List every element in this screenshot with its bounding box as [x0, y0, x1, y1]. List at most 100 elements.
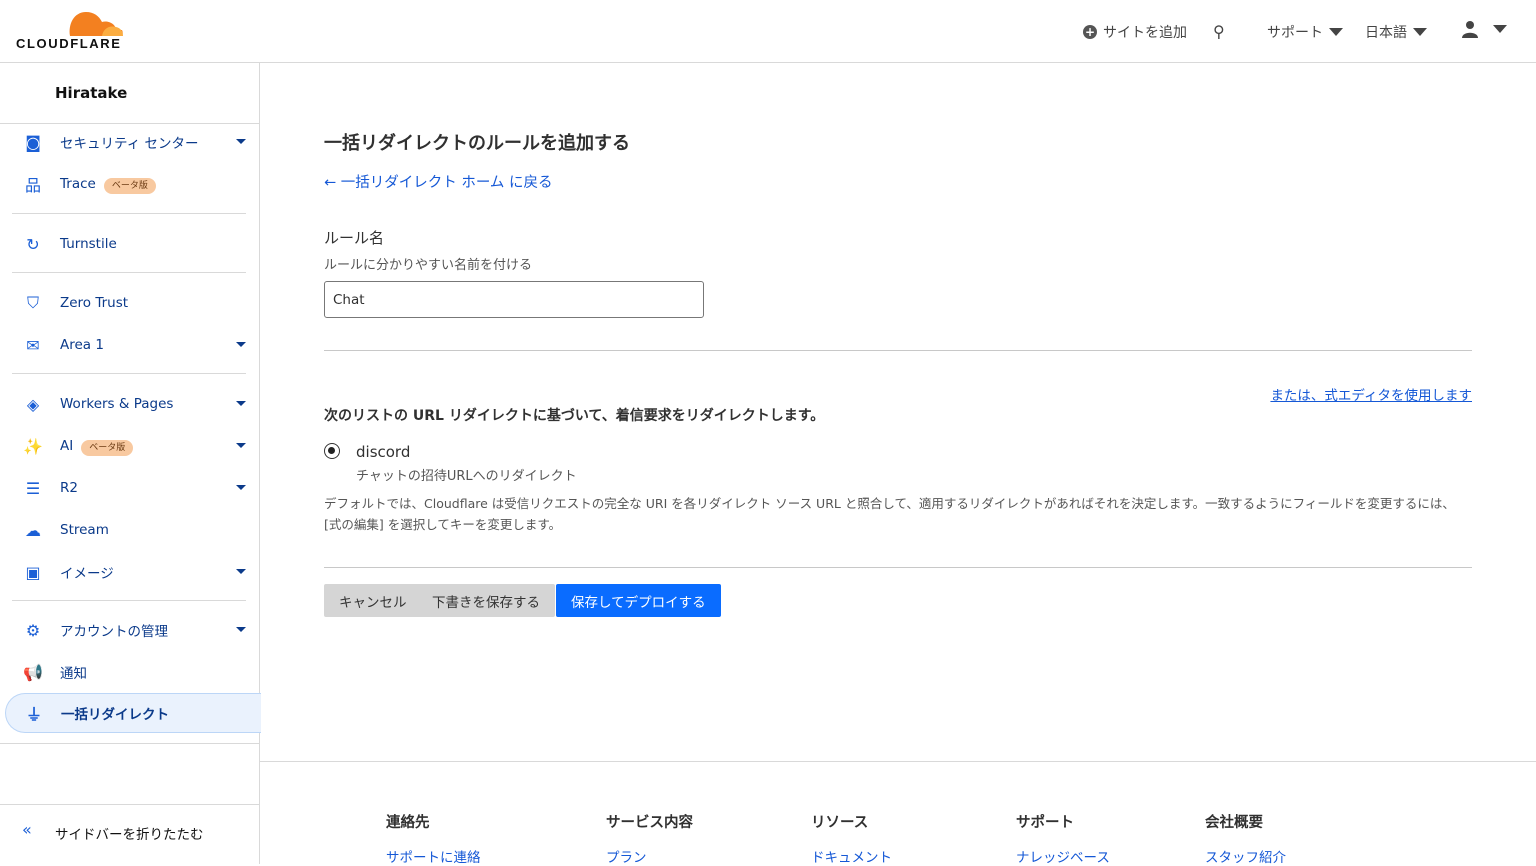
trace-icon: 品: [24, 176, 41, 195]
sidebar-item-notifications[interactable]: 📢 通知: [0, 652, 259, 692]
divider: [0, 804, 259, 805]
turnstile-icon: ↻: [26, 234, 40, 254]
add-site-button[interactable]: + サイトを追加: [1083, 22, 1187, 42]
beta-badge: ベータ版: [103, 178, 156, 194]
sidebar-item-security-center[interactable]: ◙ セキュリティ センター: [0, 122, 259, 162]
footer-link[interactable]: スタッフ紹介: [1205, 846, 1286, 866]
sidebar-item-bulk-redirects[interactable]: ⏚ 一括リダイレクト: [5, 693, 261, 733]
divider: [324, 567, 1472, 568]
plus-circle-icon: +: [1083, 25, 1097, 39]
footer-column-contact: 連絡先 サポートに連絡: [386, 811, 481, 866]
divider: [12, 373, 246, 374]
footer-column-resources: リソースドキュメント: [811, 811, 892, 866]
language-label: 日本語: [1365, 25, 1407, 41]
sidebar-item-r2[interactable]: ☰ R2: [0, 468, 259, 508]
sidebar-item-label: Stream: [60, 522, 109, 538]
sidebar-item-label: Turnstile: [60, 236, 117, 252]
beta-badge: ベータ版: [81, 440, 134, 456]
divider: [324, 350, 1472, 351]
sidebar-item-label: Zero Trust: [60, 295, 129, 311]
save-deploy-button[interactable]: 保存してデプロイする: [556, 584, 721, 617]
sidebar-item-images[interactable]: ▣ イメージ: [0, 552, 259, 592]
stream-icon: ☁: [25, 520, 41, 540]
sidebar-item-zero-trust[interactable]: ⛉ Zero Trust: [0, 283, 259, 323]
chevron-down-icon: [236, 401, 246, 406]
security-center-icon: ◙: [25, 132, 41, 152]
language-menu[interactable]: 日本語: [1365, 22, 1427, 42]
footer-column-services: サービス内容 プラン: [606, 811, 693, 866]
info-note: デフォルトでは、Cloudflare は受信リクエストの完全な URI を各リダ…: [324, 496, 1455, 532]
sidebar-item-ai[interactable]: ✨ AI ベータ版: [0, 426, 259, 466]
rule-name-help: ルールに分かりやすい名前を付ける: [324, 258, 533, 273]
sidebar-item-turnstile[interactable]: ↻ Turnstile: [0, 224, 259, 264]
search-icon[interactable]: ⚲: [1213, 22, 1225, 41]
user-menu[interactable]: [1461, 20, 1507, 38]
sidebar-item-label: 一括リダイレクト: [61, 707, 169, 723]
cloudflare-logo[interactable]: CLOUDFLARE: [16, 10, 124, 51]
user-icon: [1462, 21, 1478, 38]
cancel-button[interactable]: キャンセル: [324, 584, 422, 617]
sidebar-item-label: アカウントの管理: [60, 624, 168, 640]
footer-heading: サポート: [1016, 815, 1074, 831]
back-link[interactable]: ← 一括リダイレクト ホーム に戻る: [324, 171, 553, 192]
add-site-label: サイトを追加: [1103, 25, 1187, 41]
divider: [12, 213, 246, 214]
sidebar-item-label: Area 1: [60, 337, 104, 353]
collapse-sidebar-label: サイドバーを折りたたむ: [55, 827, 204, 843]
rule-name-label: ルール名: [324, 229, 385, 247]
chevron-down-icon: [236, 139, 246, 144]
support-menu[interactable]: サポート: [1267, 22, 1343, 42]
sidebar-item-label: Workers & Pages: [60, 396, 174, 412]
list-desc: チャットの招待URLへのリダイレクト: [356, 469, 577, 484]
footer-heading: 会社概要: [1205, 815, 1263, 831]
sidebar-item-label: R2: [60, 480, 78, 496]
rule-name-input[interactable]: [324, 281, 704, 318]
megaphone-icon: 📢: [23, 662, 43, 682]
sidebar-item-area1[interactable]: ✉ Area 1: [0, 325, 259, 365]
footer-link[interactable]: ドキュメント: [811, 846, 892, 866]
list-description: 次のリストの URL リダイレクトに基づいて、着信要求をリダイレクトします。: [324, 408, 825, 424]
sidebar-item-label: イメージ: [60, 566, 114, 582]
account-name: Hiratake: [55, 84, 128, 102]
footer-link[interactable]: プラン: [606, 846, 693, 866]
save-draft-button[interactable]: 下書きを保存する: [417, 584, 555, 617]
footer-link[interactable]: サポートに連絡: [386, 846, 481, 866]
brand-name: CLOUDFLARE: [16, 36, 122, 51]
database-icon: ☰: [25, 478, 41, 498]
chevron-down-icon: [236, 342, 246, 347]
footer-column-company: 会社概要スタッフ紹介: [1205, 811, 1286, 866]
footer-column-support: サポートナレッジベース: [1016, 811, 1110, 866]
sidebar-item-account-management[interactable]: ⚙ アカウントの管理: [0, 610, 259, 650]
footer-link[interactable]: ナレッジベース: [1016, 846, 1110, 866]
gear-icon: ⚙: [25, 620, 41, 640]
sidebar-item-label: 通知: [60, 666, 87, 682]
chevron-down-icon: [1413, 28, 1427, 36]
double-chevron-left-icon: «: [22, 820, 32, 839]
expression-editor-link[interactable]: または、式エディタを使用します: [1270, 384, 1472, 404]
sidebar-item-workers-pages[interactable]: ◈ Workers & Pages: [0, 384, 259, 424]
zero-trust-icon: ⛉: [26, 293, 39, 312]
cloud-icon: [69, 12, 123, 36]
list-radio-discord[interactable]: [324, 443, 340, 459]
bulk-redirect-icon: ⏚: [25, 705, 42, 724]
chevron-down-icon: [236, 443, 246, 448]
footer: 連絡先 サポートに連絡 サービス内容プラン リソースドキュメント サポートナレッジ…: [260, 761, 1536, 866]
support-label: サポート: [1267, 25, 1323, 41]
sidebar-item-stream[interactable]: ☁ Stream: [0, 510, 259, 550]
chevron-down-icon: [236, 569, 246, 574]
ai-icon: ✨: [23, 436, 43, 456]
top-bar: CLOUDFLARE + サイトを追加 ⚲ サポート 日本語: [0, 0, 1536, 63]
chevron-down-icon: [1329, 28, 1343, 36]
image-icon: ▣: [25, 562, 41, 582]
sidebar-item-label: AI ベータ版: [60, 438, 134, 456]
footer-heading: サービス内容: [606, 815, 693, 831]
footer-heading: リソース: [811, 815, 869, 831]
chevron-down-icon: [236, 627, 246, 632]
ai-label: AI: [60, 438, 74, 454]
list-name[interactable]: discord: [356, 443, 410, 461]
chevron-down-icon: [236, 485, 246, 490]
sidebar-item-trace[interactable]: 品 Trace ベータ版: [0, 164, 259, 204]
area1-icon: ✉: [26, 335, 40, 355]
divider: [0, 743, 259, 744]
sidebar: Hiratake ◙ セキュリティ センター 品 Trace ベータ版 ↻ Turnst…: [0, 63, 261, 864]
